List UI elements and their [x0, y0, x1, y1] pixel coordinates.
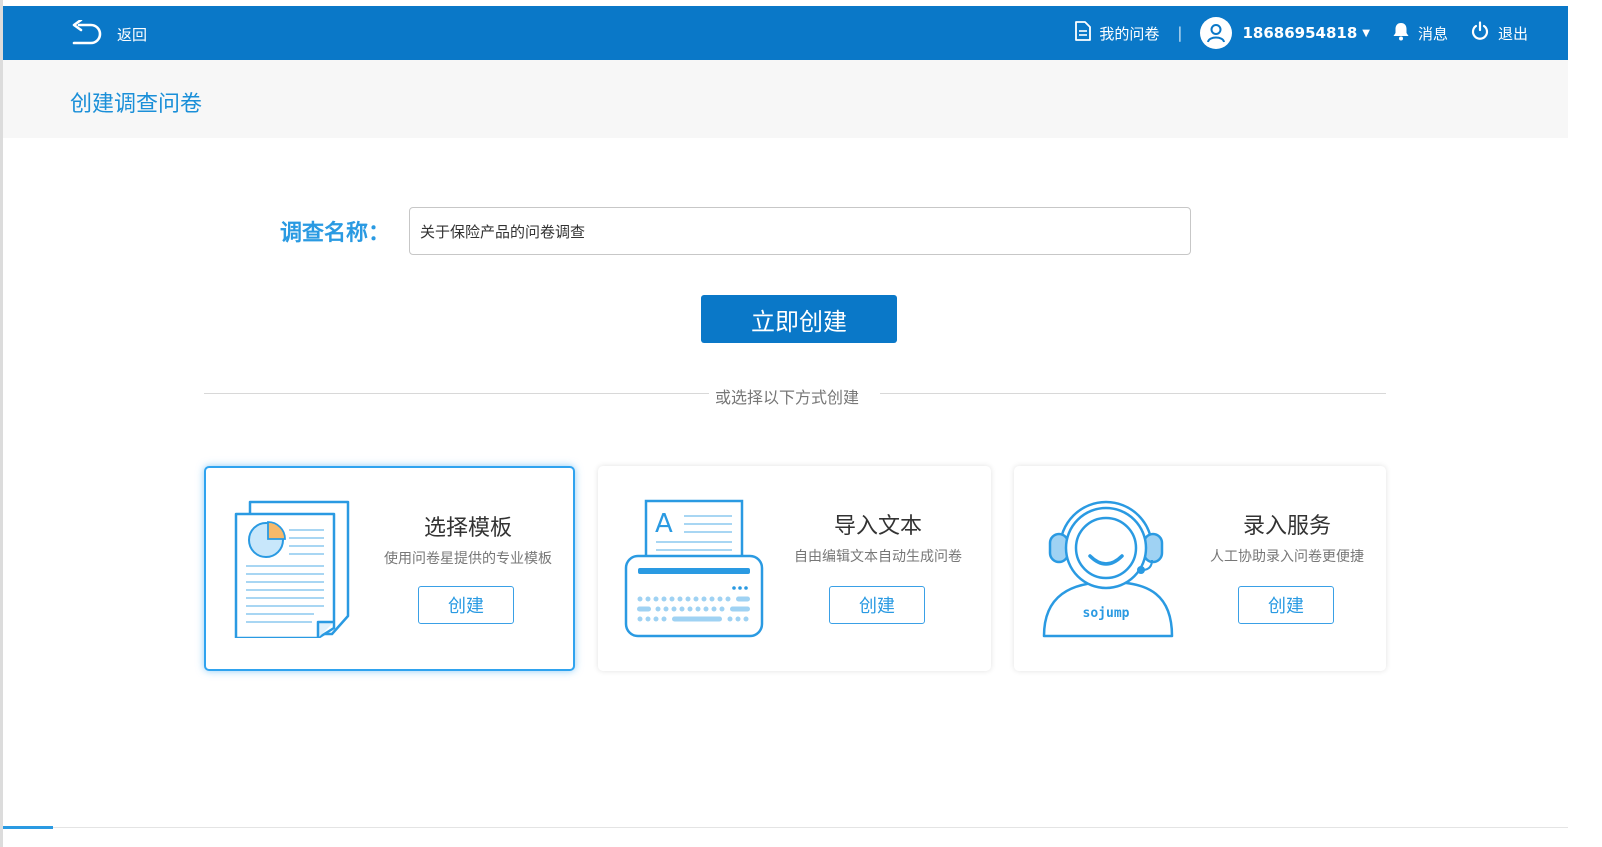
- chevron-down-icon: ▼: [1362, 27, 1370, 39]
- document-icon: [1075, 21, 1092, 45]
- card-template-title: 选择模板: [423, 516, 512, 541]
- bottom-divider: [53, 827, 1568, 828]
- card-entry-title: 录入服务: [1242, 514, 1331, 539]
- sojump-logo-text: sojump: [1083, 606, 1130, 621]
- scroll-indicator: [3, 826, 53, 829]
- card-entry-service[interactable]: sojump 录入服务 人工协助录入问卷更便捷 创建: [1014, 466, 1386, 671]
- my-surveys-link[interactable]: 我的问卷: [1075, 21, 1159, 45]
- typewriter-icon: A: [624, 498, 766, 644]
- logout-link[interactable]: 退出: [1470, 21, 1528, 45]
- messages-label: 消息: [1417, 24, 1448, 43]
- user-avatar-icon: [1200, 17, 1233, 49]
- divider-line-left: [204, 393, 709, 394]
- card-entry-desc: 人工协助录入问卷更便捷: [1210, 549, 1364, 565]
- card-template[interactable]: 选择模板 使用问卷星提供的专业模板 创建: [204, 466, 575, 671]
- card-import-title: 导入文本: [833, 514, 922, 539]
- divider-text: 或选择以下方式创建: [715, 384, 860, 408]
- create-now-button[interactable]: 立即创建: [701, 295, 897, 343]
- username: 18686954818: [1242, 24, 1358, 42]
- card-import-create-button[interactable]: 创建: [829, 586, 925, 624]
- page-title: 创建调查问卷: [70, 92, 203, 117]
- template-document-icon: [234, 500, 350, 642]
- top-navigation-bar: 返回 我的问卷 | 18686954818 ▼ 消息 退出: [3, 6, 1568, 60]
- customer-service-icon: sojump: [1040, 498, 1180, 644]
- back-button[interactable]: 返回: [69, 20, 147, 48]
- user-nav: 我的问卷 | 18686954818 ▼ 消息 退出: [1075, 6, 1528, 60]
- page-header: 创建调查问卷: [3, 60, 1568, 138]
- card-import-desc: 自由编辑文本自动生成问卷: [794, 549, 962, 565]
- card-entry-create-button[interactable]: 创建: [1238, 586, 1334, 624]
- svg-text:A: A: [655, 509, 673, 539]
- power-icon: [1470, 21, 1490, 45]
- back-label: 返回: [117, 25, 148, 44]
- nav-separator: |: [1177, 24, 1183, 42]
- survey-name-input[interactable]: [409, 207, 1191, 255]
- messages-link[interactable]: 消息: [1392, 21, 1448, 45]
- user-menu-dropdown[interactable]: 18686954818 ▼: [1200, 17, 1370, 49]
- survey-name-label: 调查名称：: [280, 221, 391, 246]
- my-surveys-label: 我的问卷: [1099, 24, 1160, 43]
- bell-icon: [1392, 21, 1410, 45]
- logout-label: 退出: [1497, 24, 1528, 43]
- divider-line-right: [880, 393, 1386, 394]
- card-template-create-button[interactable]: 创建: [418, 586, 514, 624]
- card-template-desc: 使用问卷星提供的专业模板: [384, 551, 552, 567]
- card-import-text[interactable]: A 导入文本 自由编辑文本自动生成问卷 创建: [598, 466, 991, 671]
- back-arrow-icon: [69, 20, 103, 48]
